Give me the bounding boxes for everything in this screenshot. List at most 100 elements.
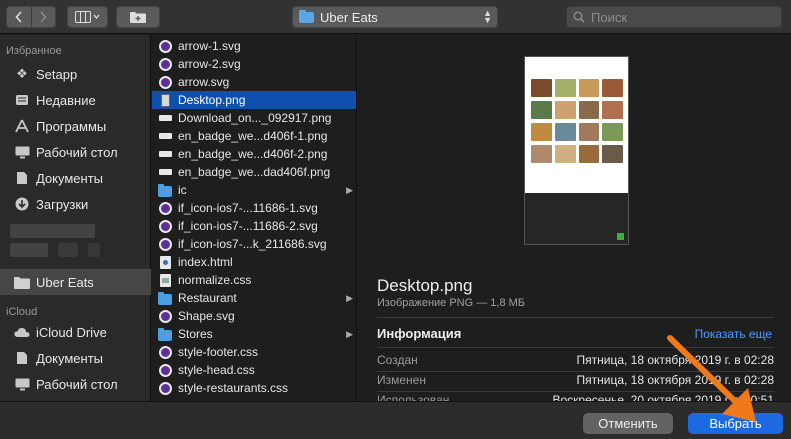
new-folder-button[interactable] <box>116 6 160 28</box>
file-list: arrow-1.svg arrow-2.svg arrow.svg Deskto… <box>152 35 357 401</box>
location-popup[interactable]: Uber Eats ▲ ▼ <box>292 6 498 28</box>
file-row[interactable]: Shape.svg <box>152 307 356 325</box>
thumbnail-badge <box>617 233 624 240</box>
desktop-icon <box>14 144 30 160</box>
forward-button[interactable] <box>30 7 55 27</box>
chevron-right-icon: ▶ <box>346 184 353 195</box>
divider <box>377 391 774 392</box>
documents-icon <box>14 350 30 366</box>
updown-chevron-icon: ▲ ▼ <box>483 8 492 25</box>
png-file-icon <box>158 147 172 161</box>
file-row[interactable]: arrow-1.svg <box>152 37 356 55</box>
folder-icon <box>158 327 172 341</box>
sidebar-item-icloud-drive[interactable]: iCloud Drive <box>0 319 151 345</box>
png-file-icon <box>158 165 172 179</box>
png-file-icon <box>158 111 172 125</box>
sidebar-item-downloads[interactable]: Загрузки <box>0 191 151 217</box>
file-name: index.html <box>178 255 233 269</box>
file-row[interactable]: style-footer.css <box>152 343 356 361</box>
meta-value: Пятница, 18 октября 2019 г. в 02:28 <box>576 373 775 387</box>
file-row[interactable]: arrow-2.svg <box>152 55 356 73</box>
meta-value: Пятница, 18 октября 2019 г. в 02:28 <box>576 353 775 367</box>
show-more-link[interactable]: Показать еще <box>695 327 772 341</box>
file-row[interactable]: style-restaurants.css <box>152 379 356 397</box>
file-name: style-head.css <box>178 363 255 377</box>
sidebar-item-label: Недавние <box>36 92 96 108</box>
file-name: Shape.svg <box>178 309 235 323</box>
setapp-icon: ❖ <box>16 66 28 81</box>
file-name: if_icon-ios7-...11686-2.svg <box>178 219 318 233</box>
svg-file-icon <box>158 381 172 395</box>
file-row[interactable]: index.html <box>152 253 356 271</box>
sidebar-item-desktop[interactable]: Рабочий стол <box>0 139 151 165</box>
sidebar-item-recents[interactable]: Недавние <box>0 87 151 113</box>
sidebar-item-label: Программы <box>36 118 107 134</box>
divider <box>377 317 774 318</box>
back-button[interactable] <box>7 7 31 27</box>
sidebar-item-icloud-documents[interactable]: Документы <box>0 345 151 371</box>
search-field[interactable]: Поиск <box>566 6 782 28</box>
sidebar-item-documents[interactable]: Документы <box>0 165 151 191</box>
chevron-right-icon <box>40 11 48 23</box>
file-row[interactable]: en_badge_we...d406f-2.png <box>152 145 356 163</box>
folder-icon <box>299 9 314 23</box>
file-name: en_badge_we...dad406f.png <box>178 165 331 179</box>
file-row[interactable]: Download_on..._092917.png <box>152 109 356 127</box>
chevron-left-icon <box>15 11 22 23</box>
sidebar-item-label: iCloud Drive <box>36 324 107 340</box>
view-mode-button[interactable] <box>67 6 108 28</box>
file-row[interactable]: style-head.css <box>152 361 356 379</box>
chevron-right-icon: ▶ <box>346 292 353 303</box>
choose-button[interactable]: Выбрать <box>688 413 783 434</box>
folder-row[interactable]: Restaurant ▶ <box>152 289 356 307</box>
sidebar-item-setapp[interactable]: ❖ Setapp <box>0 61 151 87</box>
cloud-icon <box>14 324 30 340</box>
new-folder-icon <box>130 12 146 23</box>
file-row[interactable]: arrow.svg <box>152 73 356 91</box>
file-name: if_icon-ios7-...11686-1.svg <box>178 201 318 215</box>
file-name: style-footer.css <box>178 345 259 359</box>
file-name: arrow-1.svg <box>178 39 241 53</box>
file-row[interactable]: if_icon-ios7-...k_211686.svg <box>152 235 356 253</box>
file-name: Stores <box>178 327 213 341</box>
svg-file-icon <box>158 39 172 53</box>
meta-row-created: Создан Пятница, 18 октября 2019 г. в 02:… <box>377 353 774 369</box>
file-row[interactable]: if_icon-ios7-...11686-1.svg <box>152 199 356 217</box>
preview-filename: Desktop.png <box>377 276 473 295</box>
sidebar-item-applications[interactable]: Программы <box>0 113 151 139</box>
svg-file-icon <box>158 363 172 377</box>
file-name: en_badge_we...d406f-2.png <box>178 147 328 161</box>
sidebar-item-icloud-desktop[interactable]: Рабочий стол <box>0 371 151 397</box>
folder-icon <box>14 274 30 290</box>
file-row[interactable]: if_icon-ios7-...11686-2.svg <box>152 217 356 235</box>
redacted-item <box>88 243 100 257</box>
png-file-icon <box>158 129 172 143</box>
folder-row[interactable]: Stores ▶ <box>152 325 356 343</box>
file-row-selected[interactable]: Desktop.png <box>152 91 356 109</box>
dialog-footer: Отменить Выбрать <box>0 401 791 439</box>
file-row[interactable]: en_badge_we...d406f-1.png <box>152 127 356 145</box>
icloud-heading: iCloud <box>6 306 38 318</box>
sidebar-item-uber-eats[interactable]: Uber Eats <box>0 269 151 295</box>
folder-row[interactable]: ic ▶ <box>152 181 356 199</box>
svg-file-icon <box>158 57 172 71</box>
meta-key: Создан <box>377 353 418 367</box>
file-row[interactable]: normalize.css <box>152 271 356 289</box>
file-name: Restaurant <box>178 291 237 305</box>
image-thumbnail <box>524 56 629 245</box>
file-name: if_icon-ios7-...k_211686.svg <box>178 237 327 251</box>
cancel-button[interactable]: Отменить <box>583 413 673 434</box>
thumbnail-footer <box>525 193 628 244</box>
folder-icon <box>158 183 172 197</box>
divider <box>377 371 774 372</box>
info-heading: Информация <box>377 326 462 341</box>
documents-icon <box>14 170 30 186</box>
folder-icon <box>158 291 172 305</box>
file-name: normalize.css <box>178 273 252 287</box>
favorites-heading: Избранное <box>6 45 62 57</box>
svg-file-icon <box>158 237 172 251</box>
file-name: ic <box>178 183 187 197</box>
file-row[interactable]: en_badge_we...dad406f.png <box>152 163 356 181</box>
search-placeholder: Поиск <box>591 9 628 25</box>
search-icon <box>573 11 585 23</box>
